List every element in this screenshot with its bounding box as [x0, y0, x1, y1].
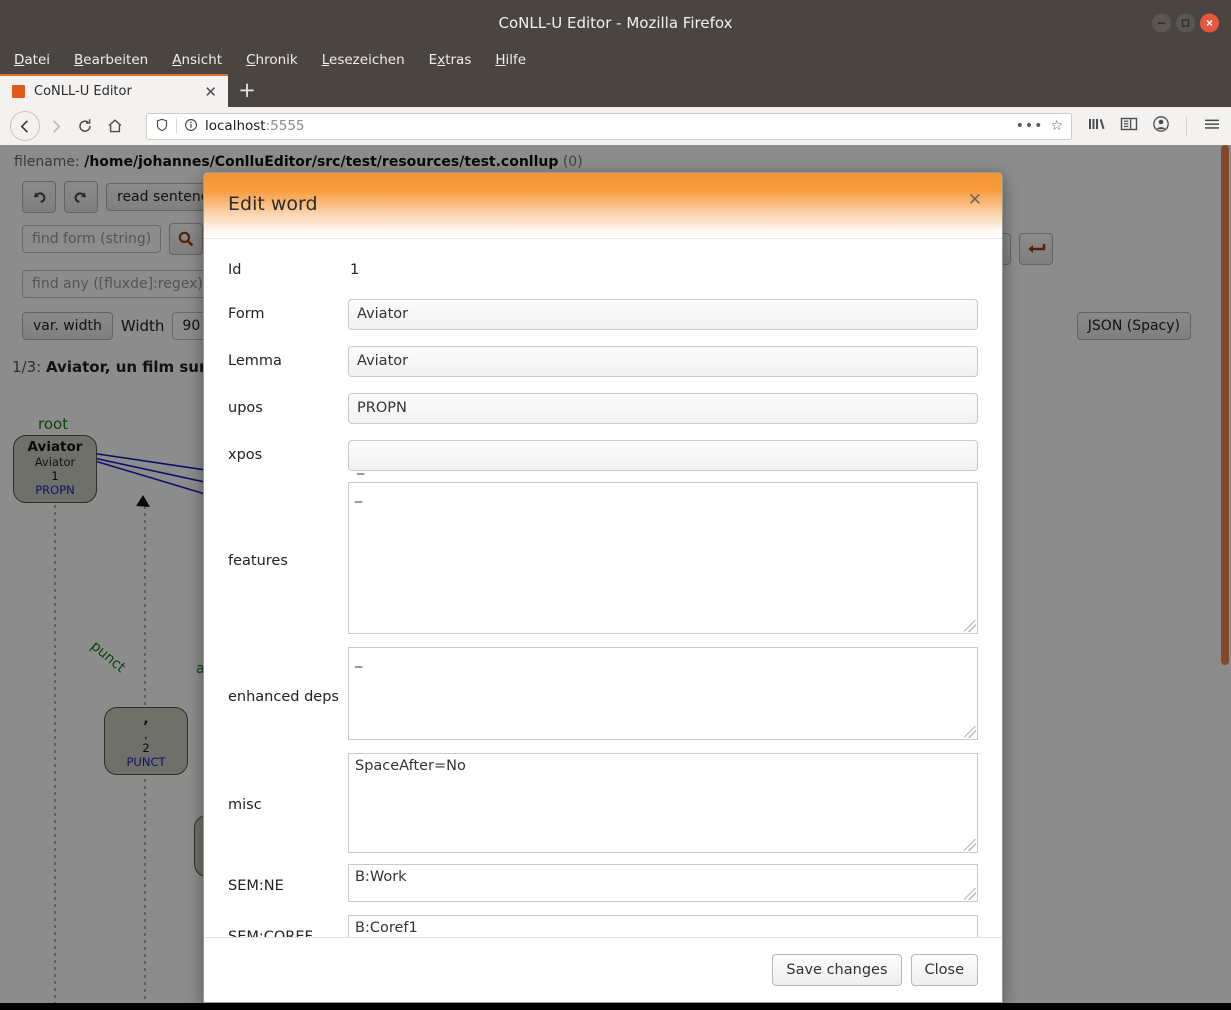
- favicon-icon: [12, 85, 25, 98]
- resize-grip-icon[interactable]: [964, 839, 976, 851]
- window-title: CoNLL-U Editor - Mozilla Firefox: [498, 13, 733, 32]
- xpos-input[interactable]: _: [348, 439, 978, 475]
- id-label: Id: [228, 262, 242, 278]
- enhanced-deps-label: enhanced deps: [228, 688, 339, 705]
- menu-item-lesezeichen[interactable]: Lesezeichen: [322, 52, 405, 68]
- dialog-body: Id 1 Form Aviator Lemma Aviator upos PRO…: [204, 239, 1002, 937]
- url-bar[interactable]: localhost:5555 ••• ☆: [146, 112, 1072, 140]
- browser-window: CoNLL-U Editor - Mozilla Firefox Datei B…: [0, 0, 1231, 1010]
- field-row-upos: upos PROPN: [228, 388, 978, 428]
- library-icon[interactable]: [1088, 116, 1106, 136]
- navigation-toolbar: localhost:5555 ••• ☆: [0, 107, 1231, 145]
- tab-conllu-editor[interactable]: CoNLL-U Editor ✕: [0, 74, 228, 107]
- field-row-sem-ne: SEM:NE B:Work: [228, 864, 978, 908]
- menu-item-ansicht[interactable]: Ansicht: [172, 52, 222, 68]
- hamburger-menu-icon[interactable]: [1203, 116, 1221, 136]
- lemma-label: Lemma: [228, 353, 282, 369]
- tab-strip: CoNLL-U Editor ✕ +: [0, 74, 1231, 107]
- resize-grip-icon[interactable]: [964, 888, 976, 900]
- features-label: features: [228, 553, 288, 569]
- field-row-sem-coref: SEM:COREF B:Coref1: [228, 915, 978, 937]
- menu-item-chronik[interactable]: Chronik: [246, 52, 298, 68]
- bookmark-star-icon[interactable]: ☆: [1050, 118, 1063, 134]
- dialog-title: Edit word: [228, 193, 318, 215]
- xpos-label: xpos: [228, 447, 263, 463]
- sem-ne-value: B:Work: [355, 869, 407, 885]
- url-text[interactable]: localhost:5555: [205, 118, 1009, 134]
- enhanced-deps-value: _: [355, 652, 363, 668]
- page-actions-icon[interactable]: •••: [1016, 118, 1044, 134]
- upos-label: upos: [228, 400, 263, 416]
- features-value: _: [355, 487, 363, 503]
- misc-label: misc: [228, 797, 262, 813]
- sidebar-icon[interactable]: [1120, 116, 1138, 136]
- tab-label: CoNLL-U Editor: [34, 84, 132, 99]
- resize-grip-icon[interactable]: [964, 726, 976, 738]
- form-label: Form: [228, 306, 265, 322]
- tab-close-icon[interactable]: ✕: [201, 83, 220, 101]
- new-tab-button[interactable]: +: [234, 78, 260, 104]
- field-row-misc: misc SpaceAfter=No: [228, 753, 978, 857]
- lemma-input[interactable]: Aviator: [348, 345, 978, 377]
- back-button-icon[interactable]: [10, 111, 40, 141]
- id-value: 1: [350, 262, 360, 278]
- menu-item-datei[interactable]: Datei: [14, 52, 50, 68]
- save-changes-button[interactable]: Save changes: [772, 954, 902, 986]
- maximize-button[interactable]: [1176, 13, 1195, 32]
- reload-button-icon[interactable]: [70, 111, 100, 141]
- menu-item-bearbeiten[interactable]: Bearbeiten: [74, 52, 148, 68]
- misc-textarea[interactable]: SpaceAfter=No: [348, 753, 978, 853]
- enhanced-deps-textarea[interactable]: _: [348, 647, 978, 740]
- shield-icon[interactable]: [155, 117, 169, 136]
- menu-bar: Datei Bearbeiten Ansicht Chronik Lesezei…: [0, 45, 1231, 74]
- toolbar-divider: [1186, 117, 1187, 135]
- menu-item-hilfe[interactable]: Hilfe: [495, 52, 526, 68]
- form-input[interactable]: Aviator: [348, 298, 978, 330]
- dialog-footer: Save changes Close: [204, 937, 1002, 1002]
- sem-coref-label: SEM:COREF: [228, 929, 313, 937]
- misc-value: SpaceAfter=No: [355, 758, 466, 774]
- close-button[interactable]: [1200, 13, 1219, 32]
- window-bottom-edge: [0, 1003, 1231, 1010]
- close-icon[interactable]: ✕: [968, 192, 982, 209]
- field-row-id: Id 1: [228, 253, 978, 287]
- edit-word-dialog: Edit word ✕ Id 1 Form Aviator Lemma Avia…: [203, 172, 1003, 1003]
- browser-tool-icons: [1088, 115, 1221, 137]
- sem-coref-value: B:Coref1: [355, 920, 418, 936]
- features-textarea[interactable]: _: [348, 482, 978, 634]
- sem-coref-textarea[interactable]: B:Coref1: [348, 915, 978, 937]
- sem-ne-textarea[interactable]: B:Work: [348, 864, 978, 902]
- field-row-enhanced-deps: enhanced deps _: [228, 647, 978, 746]
- field-row-lemma: Lemma Aviator: [228, 341, 978, 381]
- window-titlebar: CoNLL-U Editor - Mozilla Firefox: [0, 0, 1231, 45]
- page-info-icon[interactable]: [184, 117, 198, 136]
- close-dialog-button[interactable]: Close: [910, 954, 978, 986]
- forward-button-icon[interactable]: [40, 111, 70, 141]
- sem-ne-label: SEM:NE: [228, 878, 284, 894]
- window-controls: [1152, 13, 1219, 32]
- field-row-xpos: xpos _: [228, 435, 978, 475]
- dialog-header: Edit word ✕: [204, 173, 1002, 239]
- resize-grip-icon[interactable]: [964, 620, 976, 632]
- url-divider: [176, 118, 177, 134]
- account-icon[interactable]: [1152, 115, 1170, 137]
- field-row-features: features _: [228, 482, 978, 640]
- minimize-button[interactable]: [1152, 13, 1171, 32]
- upos-input[interactable]: PROPN: [348, 392, 978, 424]
- field-row-form: Form Aviator: [228, 294, 978, 334]
- home-button-icon[interactable]: [100, 111, 130, 141]
- menu-item-extras[interactable]: Extras: [429, 52, 472, 68]
